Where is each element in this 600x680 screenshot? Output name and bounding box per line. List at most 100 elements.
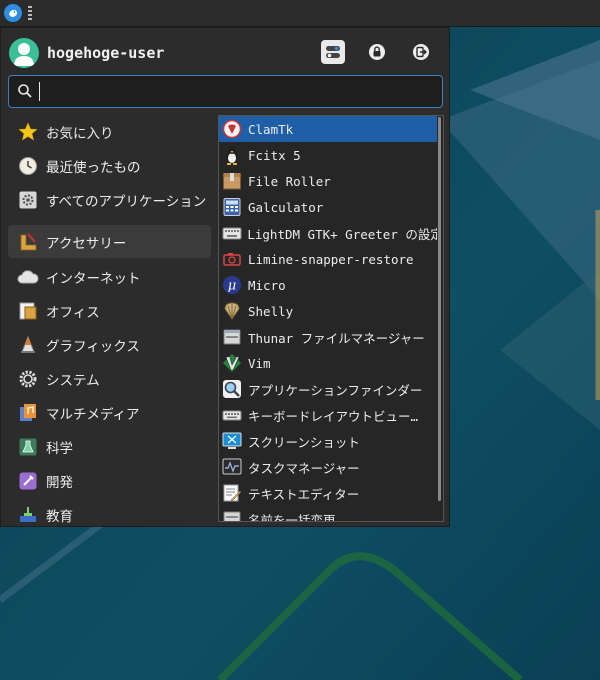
shell-icon <box>221 300 243 322</box>
restore-icon <box>221 248 243 270</box>
settings-toggle-icon <box>326 46 340 58</box>
top-panel <box>0 0 600 27</box>
app-item-vim[interactable]: Vim <box>219 350 437 376</box>
app-item-task-manager[interactable]: タスクマネージャー <box>219 454 437 480</box>
science-flask-icon <box>17 436 39 458</box>
archive-icon <box>221 170 243 192</box>
category-label: グラフィックス <box>46 338 140 355</box>
search-input[interactable] <box>37 80 431 104</box>
app-item-text-editor[interactable]: テキストエディター <box>219 480 437 506</box>
app-item-screenshot[interactable]: スクリーンショット <box>219 428 437 454</box>
app-label: テキストエディター <box>248 486 360 502</box>
graphics-icon <box>17 334 39 356</box>
app-item-application-finder[interactable]: アプリケーションファインダー <box>219 376 437 402</box>
app-label: キーボードレイアウトビュー… <box>248 408 419 424</box>
keyboard-settings-icon <box>221 222 242 244</box>
accessories-icon <box>17 231 39 253</box>
development-icon <box>17 470 39 492</box>
settings-button[interactable] <box>321 40 345 64</box>
app-label: スクリーンショット <box>248 434 360 450</box>
star-icon <box>17 121 39 143</box>
logout-button[interactable] <box>409 40 433 64</box>
app-label: Micro <box>248 277 286 293</box>
category-internet[interactable]: インターネット <box>8 260 211 293</box>
user-avatar-icon <box>14 43 34 66</box>
multimedia-icon <box>17 402 39 424</box>
app-label: Limine-snapper-restore <box>248 251 414 267</box>
rename-icon <box>221 508 243 521</box>
education-icon <box>17 504 39 526</box>
app-item-galculator[interactable]: Galculator <box>219 194 437 220</box>
category-label: すべてのアプリケーション <box>46 193 207 210</box>
app-item-limine-snapper-restore[interactable]: Limine-snapper-restore <box>219 246 437 272</box>
file-manager-icon <box>221 326 243 348</box>
gear-icon <box>17 189 39 211</box>
category-multimedia[interactable]: マルチメディア <box>8 396 211 429</box>
category-label: お気に入り <box>46 125 114 142</box>
app-label: Fcitx 5 <box>248 147 301 163</box>
app-label: 名前を一括変更 <box>248 512 336 522</box>
category-education[interactable]: 教育 <box>8 498 211 531</box>
lock-icon <box>369 44 385 60</box>
app-item-bulk-rename[interactable]: 名前を一括変更 <box>219 506 437 522</box>
lock-screen-button[interactable] <box>365 40 389 64</box>
keyboard-icon <box>221 404 243 426</box>
app-label: Thunar ファイルマネージャー <box>248 330 425 346</box>
search-box[interactable] <box>8 75 443 108</box>
app-item-lightdm-greeter-settings[interactable]: LightDM GTK+ Greeter の設定 <box>219 220 437 246</box>
cloud-icon <box>17 266 39 288</box>
whisker-menu-button[interactable] <box>4 4 22 22</box>
category-recent[interactable]: 最近使ったもの <box>8 149 211 182</box>
search-icon <box>18 84 32 98</box>
category-label: 教育 <box>46 508 73 525</box>
app-list-scrollbar[interactable] <box>438 117 441 501</box>
category-graphics[interactable]: グラフィックス <box>8 328 211 361</box>
app-label: タスクマネージャー <box>248 460 360 476</box>
app-label: アプリケーションファインダー <box>248 382 423 398</box>
category-label: オフィス <box>46 304 100 321</box>
panel-grip[interactable] <box>28 6 32 20</box>
category-accessories[interactable]: アクセサリー <box>8 225 211 258</box>
micro-icon: μ <box>221 274 243 296</box>
category-science[interactable]: 科学 <box>8 430 211 463</box>
app-label: ClamTk <box>248 121 294 137</box>
category-label: 最近使ったもの <box>46 159 141 176</box>
bird-logo-icon <box>9 10 17 17</box>
app-label: Vim <box>248 355 271 371</box>
category-label: 科学 <box>46 440 73 457</box>
text-caret <box>39 82 40 101</box>
category-label: インターネット <box>46 270 141 287</box>
app-item-keyboard-layout-viewer[interactable]: キーボードレイアウトビュー… <box>219 402 437 428</box>
app-label: LightDM GTK+ Greeter の設定 <box>247 226 437 242</box>
svg-text:μ: μ <box>228 279 236 294</box>
application-menu: hogehoge-user お気に入り 最近使ったもの すべてのアプリケーション… <box>0 27 450 527</box>
task-manager-icon <box>221 456 243 478</box>
category-label: 開発 <box>46 474 73 491</box>
text-editor-icon <box>221 482 243 504</box>
category-system[interactable]: システム <box>8 362 211 395</box>
calculator-icon <box>221 196 243 218</box>
app-label: Galculator <box>248 199 324 215</box>
category-label: マルチメディア <box>46 406 140 423</box>
app-item-shelly[interactable]: Shelly <box>219 298 437 324</box>
avatar <box>9 38 39 68</box>
user-info: hogehoge-user <box>9 38 164 68</box>
application-list[interactable]: ClamTk Fcitx 5 File Roller Galculator Li… <box>218 115 444 522</box>
app-label: File Roller <box>248 173 331 189</box>
penguin-icon <box>221 144 243 166</box>
vim-icon <box>221 352 243 374</box>
category-label: システム <box>46 372 100 389</box>
category-favorites[interactable]: お気に入り <box>8 115 211 148</box>
app-item-micro[interactable]: μ Micro <box>219 272 437 298</box>
logout-icon <box>413 44 429 60</box>
app-item-fcitx5[interactable]: Fcitx 5 <box>219 142 437 168</box>
app-item-clamtk[interactable]: ClamTk <box>219 116 437 142</box>
screenshot-icon <box>221 430 243 452</box>
category-development[interactable]: 開発 <box>8 464 211 497</box>
category-all-applications[interactable]: すべてのアプリケーション <box>8 183 211 216</box>
app-item-thunar[interactable]: Thunar ファイルマネージャー <box>219 324 437 350</box>
app-label: Shelly <box>248 303 294 319</box>
category-office[interactable]: オフィス <box>8 294 211 327</box>
system-gear-icon <box>17 368 39 390</box>
app-item-file-roller[interactable]: File Roller <box>219 168 437 194</box>
